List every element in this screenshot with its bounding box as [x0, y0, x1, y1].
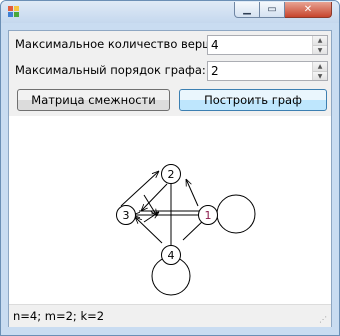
status-bar: n=4; m=2; k=2 ⋰ — [9, 304, 331, 327]
max-vertices-label: Максимальное количество вершин: — [15, 37, 232, 51]
max-vertices-spinner[interactable]: ▲ ▼ — [312, 36, 327, 54]
edge-3-2-b — [141, 183, 168, 211]
node-label: 1 — [205, 209, 212, 222]
node-label: 2 — [168, 168, 175, 181]
spin-down-icon[interactable]: ▼ — [313, 71, 327, 80]
graph-node-1: 1 — [198, 205, 218, 225]
app-window: ▁ ▭ ✕ Максимальное количество вершин: 4 … — [0, 0, 340, 336]
spin-down-icon[interactable]: ▼ — [313, 45, 327, 54]
app-icon — [8, 6, 20, 18]
max-vertices-input[interactable]: 4 ▲ ▼ — [207, 35, 328, 55]
close-button[interactable]: ✕ — [285, 2, 332, 18]
max-order-spinner[interactable]: ▲ ▼ — [312, 62, 327, 80]
graph-drawing: 2 3 1 4 — [116, 164, 256, 296]
form-client-area: Максимальное количество вершин: 4 ▲ ▼ Ма… — [8, 30, 332, 327]
graph-node-4: 4 — [161, 245, 181, 265]
edge-2-1 — [186, 179, 199, 207]
node-label: 3 — [123, 209, 130, 222]
spin-up-icon[interactable]: ▲ — [313, 36, 327, 45]
close-icon: ✕ — [303, 4, 313, 15]
title-bar[interactable]: ▁ ▭ ✕ — [1, 1, 339, 23]
graph-node-3: 3 — [116, 205, 136, 225]
loop-node-1 — [216, 194, 256, 234]
edge-3-center — [143, 212, 159, 223]
build-graph-button[interactable]: Построить граф — [179, 89, 327, 111]
edge-3-2-a — [120, 171, 159, 207]
maximize-button[interactable]: ▭ — [260, 2, 285, 18]
adjacency-matrix-button[interactable]: Матрица смежности — [17, 89, 170, 111]
resize-grip-icon[interactable]: ⋰ — [319, 315, 329, 325]
status-text: n=4; m=2; k=2 — [13, 309, 105, 323]
max-vertices-value[interactable]: 4 — [211, 38, 219, 52]
max-order-label: Максимальный порядок графа: — [15, 63, 206, 77]
node-label: 4 — [168, 249, 175, 262]
minimize-icon: ▁ — [243, 4, 251, 15]
minimize-button[interactable]: ▁ — [234, 2, 260, 18]
graph-node-2: 2 — [161, 164, 181, 184]
settings-panel: Максимальное количество вершин: 4 ▲ ▼ Ма… — [9, 31, 331, 116]
edge-3-4 — [135, 217, 163, 244]
maximize-icon: ▭ — [267, 4, 277, 15]
max-order-input[interactable]: 2 ▲ ▼ — [207, 61, 328, 81]
spin-up-icon[interactable]: ▲ — [313, 62, 327, 71]
graph-canvas: 2 3 1 4 — [9, 116, 331, 304]
max-order-value[interactable]: 2 — [211, 64, 219, 78]
